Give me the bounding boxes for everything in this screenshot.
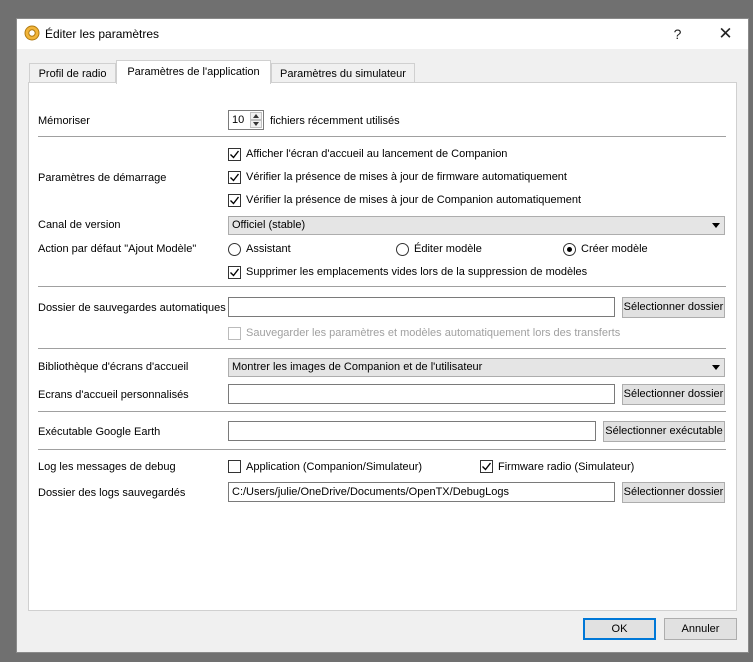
log-folder-label: Dossier des logs sauvegardés — [38, 487, 186, 499]
backup-folder-input[interactable] — [228, 297, 615, 317]
memorize-label: Mémoriser — [38, 115, 90, 127]
show-splash-label: Afficher l'écran d'accueil au lancement … — [246, 148, 508, 160]
spin-down-arrow-icon[interactable] — [250, 120, 262, 128]
auto-save-label: Sauvegarder les paramètres et modèles au… — [246, 327, 621, 339]
tab-radio-profile[interactable]: Profil de radio — [29, 63, 116, 83]
custom-splash-input[interactable] — [228, 384, 615, 404]
google-earth-input[interactable] — [228, 421, 596, 441]
check-firmware-updates-label: Vérifier la présence de mises à jour de … — [246, 171, 567, 183]
help-button[interactable]: ? — [655, 19, 700, 49]
recent-files-suffix: fichiers récemment utilisés — [270, 115, 400, 127]
settings-panel: Mémoriser 10 fichiers récemment utilisés… — [28, 82, 737, 611]
splash-library-label: Bibliothèque d'écrans d'accueil — [38, 361, 189, 373]
channel-value: Officiel (stable) — [232, 219, 306, 231]
check-icon — [230, 268, 240, 277]
check-icon — [230, 150, 240, 159]
default-action-label: Action par défaut "Ajout Modèle" — [38, 243, 197, 255]
check-firmware-updates-checkbox[interactable] — [228, 171, 241, 184]
check-icon — [230, 173, 240, 182]
remove-empty-slots-checkbox[interactable] — [228, 266, 241, 279]
gear-icon — [24, 25, 40, 41]
debug-firmware-label: Firmware radio (Simulateur) — [498, 461, 635, 473]
debug-application-label: Application (Companion/Simulateur) — [246, 461, 423, 473]
select-backup-folder-button[interactable]: Sélectionner dossier — [622, 297, 725, 318]
splash-library-value: Montrer les images de Companion et de l'… — [232, 361, 483, 373]
check-companion-updates-label: Vérifier la présence de mises à jour de … — [246, 194, 582, 206]
auto-save-checkbox[interactable] — [228, 327, 241, 340]
separator — [38, 136, 726, 137]
radio-dot-icon — [567, 247, 572, 252]
radio-edit-model-label: Éditer modèle — [414, 243, 482, 255]
splash-library-select[interactable]: Montrer les images de Companion et de l'… — [228, 358, 725, 377]
recent-files-spinbox[interactable]: 10 — [228, 110, 264, 130]
separator — [38, 348, 726, 349]
close-button[interactable]: ✕ — [703, 19, 748, 49]
log-folder-input[interactable]: C:/Users/julie/OneDrive/Documents/OpenTX… — [228, 482, 615, 502]
check-companion-updates-checkbox[interactable] — [228, 194, 241, 207]
debug-log-label: Log les messages de debug — [38, 461, 176, 473]
recent-files-value: 10 — [232, 114, 245, 126]
ok-button[interactable]: OK — [583, 618, 656, 640]
startup-label: Paramètres de démarrage — [38, 172, 167, 184]
show-splash-checkbox[interactable] — [228, 148, 241, 161]
settings-dialog: Éditer les paramètres ? ✕ Profil de radi… — [16, 18, 749, 653]
tab-application-settings[interactable]: Paramètres de l'application — [116, 60, 271, 84]
cancel-button[interactable]: Annuler — [664, 618, 737, 640]
window-title: Éditer les paramètres — [45, 27, 160, 41]
custom-splash-label: Ecrans d'accueil personnalisés — [38, 389, 189, 401]
debug-firmware-checkbox[interactable] — [480, 460, 493, 473]
radio-wizard-label: Assistant — [246, 243, 291, 255]
radio-create-model[interactable] — [563, 243, 576, 256]
tab-simulator-settings[interactable]: Paramètres du simulateur — [271, 63, 415, 83]
select-splash-folder-button[interactable]: Sélectionner dossier — [622, 384, 725, 405]
radio-edit-model[interactable] — [396, 243, 409, 256]
separator — [38, 286, 726, 287]
check-icon — [482, 462, 492, 471]
chevron-down-icon — [712, 223, 720, 228]
chevron-down-icon — [712, 365, 720, 370]
radio-wizard[interactable] — [228, 243, 241, 256]
radio-create-model-label: Créer modèle — [581, 243, 648, 255]
remove-empty-slots-label: Supprimer les emplacements vides lors de… — [246, 266, 588, 278]
debug-application-checkbox[interactable] — [228, 460, 241, 473]
channel-label: Canal de version — [38, 219, 121, 231]
separator — [38, 411, 726, 412]
check-icon — [230, 196, 240, 205]
title-bar: Éditer les paramètres ? ✕ — [17, 19, 748, 49]
spin-up-arrow-icon[interactable] — [250, 112, 262, 120]
backup-folder-label: Dossier de sauvegardes automatiques — [38, 302, 226, 314]
separator — [38, 449, 726, 450]
select-log-folder-button[interactable]: Sélectionner dossier — [622, 482, 725, 503]
google-earth-label: Exécutable Google Earth — [38, 426, 161, 438]
channel-select[interactable]: Officiel (stable) — [228, 216, 725, 235]
select-executable-button[interactable]: Sélectionner exécutable — [603, 421, 725, 442]
